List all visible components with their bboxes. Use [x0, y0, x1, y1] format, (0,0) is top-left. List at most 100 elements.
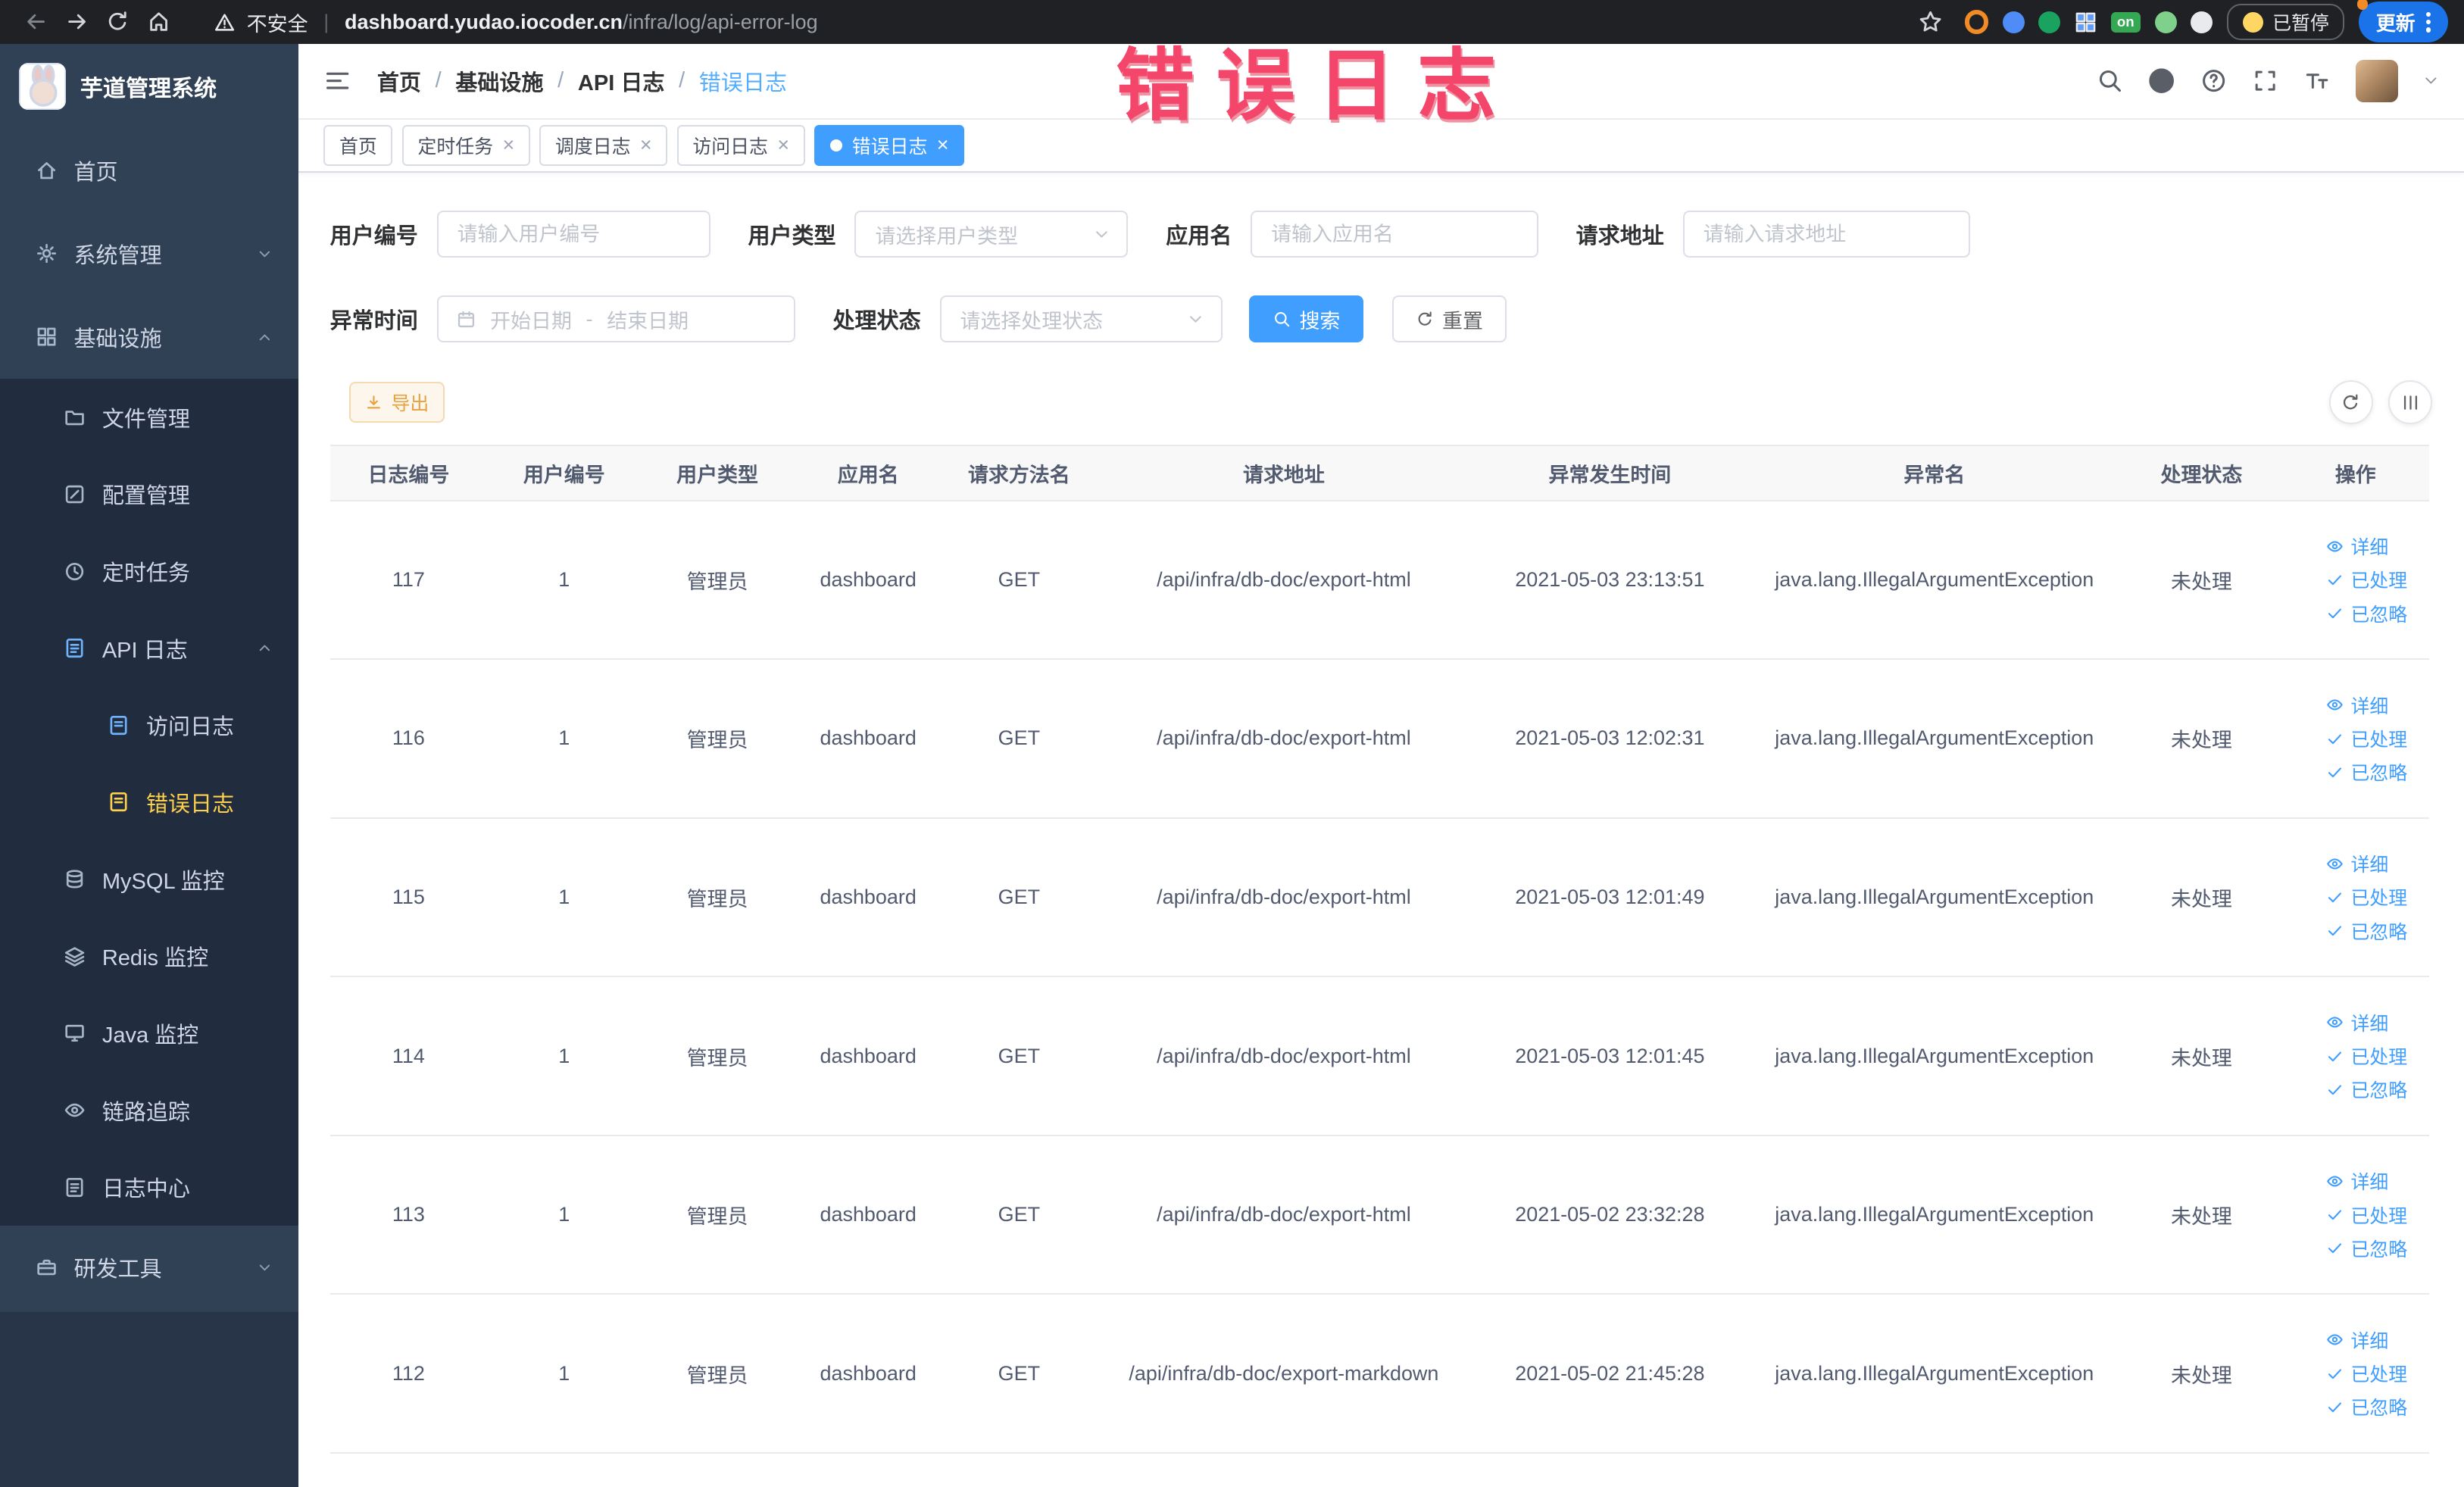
cell-app-name: dashboard	[793, 1135, 943, 1295]
tab-access-log[interactable]: 访问日志 ×	[676, 124, 805, 166]
breadcrumb-item-infrastructure[interactable]: 基础设施	[455, 65, 543, 97]
browser-menu-icon[interactable]	[2426, 11, 2431, 33]
browser-forward-button[interactable]	[57, 3, 98, 41]
sidebar-item-home[interactable]: 首页	[0, 129, 298, 212]
app-name-input[interactable]	[1251, 210, 1538, 258]
mark-ignored-link[interactable]: 已忽略	[2325, 1076, 2407, 1103]
edit-square-icon	[63, 483, 86, 506]
mark-processed-link[interactable]: 已处理	[2325, 883, 2407, 911]
cell-exception-name: java.lang.IllegalArgumentException	[1747, 1294, 2122, 1454]
column-settings-button[interactable]	[2388, 380, 2433, 425]
mark-processed-link[interactable]: 已处理	[2325, 725, 2407, 752]
reset-button[interactable]: 重置	[1391, 295, 1507, 343]
mark-ignored-link[interactable]: 已忽略	[2325, 1235, 2407, 1262]
mark-ignored-link[interactable]: 已忽略	[2325, 1393, 2407, 1420]
extension-icon-orange[interactable]	[1964, 10, 1988, 34]
user-id-input[interactable]	[436, 210, 710, 258]
breadcrumb-item-api-logs[interactable]: API 日志	[578, 65, 665, 97]
detail-link-label: 详细	[2350, 1330, 2389, 1352]
mark-processed-link[interactable]: 已处理	[2325, 1360, 2407, 1387]
sidebar-item-redis-monitor[interactable]: Redis 监控	[0, 917, 298, 995]
tab-error-log[interactable]: 错误日志 ×	[814, 124, 965, 166]
help-icon[interactable]	[2200, 67, 2227, 94]
breadcrumb-item-home[interactable]: 首页	[377, 65, 421, 97]
sidebar-item-log-center[interactable]: 日志中心	[0, 1148, 298, 1226]
mark-processed-link[interactable]: 已处理	[2325, 566, 2407, 593]
browser-home-button[interactable]	[139, 3, 180, 41]
sidebar-item-system-management[interactable]: 系统管理	[0, 212, 298, 295]
sidebar-item-label: 访问日志	[145, 715, 235, 740]
browser-reload-button[interactable]	[98, 3, 139, 41]
bookmark-star-icon[interactable]	[1910, 3, 1950, 41]
detail-link[interactable]: 详细	[2325, 533, 2388, 560]
tab-schedule-log[interactable]: 调度日志 ×	[539, 124, 668, 166]
toolbox-icon	[35, 1255, 58, 1279]
browser-address-bar[interactable]: 不安全 | dashboard.yudao.iocoder.cn/infra/l…	[195, 2, 836, 41]
sidebar-item-scheduled-tasks[interactable]: 定时任务	[0, 533, 298, 610]
refresh-table-button[interactable]	[2328, 380, 2373, 425]
sidebar-item-config-management[interactable]: 配置管理	[0, 456, 298, 533]
extension-icon-on[interactable]: on	[2110, 11, 2141, 33]
sidebar-item-error-log[interactable]: 错误日志	[0, 764, 298, 841]
mark-processed-link[interactable]: 已处理	[2325, 1042, 2407, 1070]
cell-user-type: 管理员	[641, 817, 794, 978]
detail-link[interactable]: 详细	[2325, 692, 2388, 719]
request-url-input[interactable]	[1682, 210, 1971, 258]
close-icon[interactable]: ×	[937, 135, 949, 155]
tabs-bar: 首页 定时任务 × 调度日志 × 访问日志 × 错误日志 ×	[298, 119, 2464, 173]
sidebar-item-dev-tools[interactable]: 研发工具	[0, 1226, 298, 1309]
cell-actions: 详细 已处理 已忽略	[2281, 817, 2430, 978]
search-icon[interactable]	[2097, 67, 2123, 94]
user-type-label: 用户类型	[748, 224, 836, 249]
check-icon	[2325, 604, 2344, 623]
process-status-select[interactable]: 请选择处理状态	[939, 295, 1223, 343]
detail-link-label: 详细	[2350, 1013, 2389, 1035]
extension-icon-blue[interactable]	[2002, 11, 2025, 33]
tab-home[interactable]: 首页	[323, 124, 393, 166]
user-type-select[interactable]: 请选择用户类型	[854, 210, 1129, 258]
sidebar-collapse-button[interactable]	[323, 67, 351, 95]
sidebar-item-mysql-monitor[interactable]: MySQL 监控	[0, 841, 298, 918]
sidebar-item-trace[interactable]: 链路追踪	[0, 1072, 298, 1149]
font-size-icon[interactable]	[2303, 67, 2330, 94]
eye-icon	[2325, 695, 2344, 714]
mark-ignored-link[interactable]: 已忽略	[2325, 600, 2407, 627]
sidebar-item-infrastructure[interactable]: 基础设施	[0, 295, 298, 379]
export-button[interactable]: 导出	[348, 382, 445, 423]
sidebar-item-java-monitor[interactable]: Java 监控	[0, 995, 298, 1072]
page-content: 用户编号 用户类型 请选择用户类型 应用名 请求地址 异常时间 开始日期 -	[298, 173, 2464, 1454]
detail-link[interactable]: 详细	[2325, 1167, 2388, 1195]
extension-icon-paw[interactable]	[2191, 11, 2213, 33]
extension-icon-leaf[interactable]	[2154, 11, 2177, 33]
close-icon[interactable]: ×	[502, 135, 514, 155]
mark-ignored-link[interactable]: 已忽略	[2325, 917, 2407, 945]
paused-extension-chip[interactable]: 已暂停	[2227, 3, 2345, 41]
detail-link[interactable]: 详细	[2325, 1326, 2388, 1354]
mark-ignored-link[interactable]: 已忽略	[2325, 758, 2407, 786]
tab-scheduled-task[interactable]: 定时任务 ×	[401, 124, 530, 166]
detail-link[interactable]: 详细	[2325, 850, 2388, 877]
browser-back-button[interactable]	[16, 3, 57, 41]
eye-icon	[2325, 1330, 2344, 1349]
chevron-down-icon[interactable]	[2423, 73, 2439, 89]
tab-label: 错误日志	[851, 136, 928, 158]
detail-link-label: 详细	[2350, 695, 2389, 717]
mark-processed-link[interactable]: 已处理	[2325, 1201, 2407, 1229]
sidebar-item-file-management[interactable]: 文件管理	[0, 379, 298, 456]
browser-update-button[interactable]: 更新	[2356, 0, 2449, 42]
user-avatar[interactable]	[2355, 59, 2398, 102]
extension-icon-grid[interactable]	[2075, 11, 2097, 33]
close-icon[interactable]: ×	[777, 135, 789, 155]
exception-time-range-picker[interactable]: 开始日期 - 结束日期	[436, 295, 795, 343]
active-tab-dot	[829, 139, 843, 152]
app-logo[interactable]: 芋道管理系统	[0, 44, 298, 129]
fullscreen-icon[interactable]	[2252, 67, 2278, 94]
sidebar-item-api-logs[interactable]: API 日志	[0, 610, 298, 687]
close-icon[interactable]: ×	[640, 135, 652, 155]
search-button[interactable]: 搜索	[1249, 295, 1364, 343]
ignored-link-label: 已忽略	[2350, 921, 2408, 943]
detail-link[interactable]: 详细	[2325, 1009, 2388, 1036]
sidebar-item-access-log[interactable]: 访问日志	[0, 687, 298, 764]
extension-icon-green[interactable]	[2038, 11, 2061, 33]
github-icon[interactable]	[2148, 67, 2175, 94]
